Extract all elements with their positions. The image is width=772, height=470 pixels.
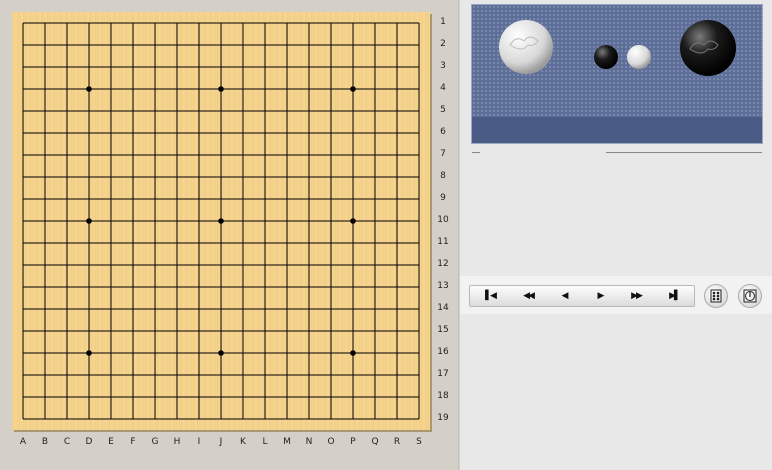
star-point [218,350,224,356]
row-label: 11 [437,237,449,247]
row-label: 10 [437,215,449,225]
first-move-button[interactable]: ▌◀ [476,288,504,304]
row-label: 2 [440,39,446,49]
row-label: 4 [440,83,446,93]
row-label: 1 [440,17,446,27]
star-point [350,86,356,92]
star-point [86,218,92,224]
fast-forward-button[interactable]: ▶▶ [622,288,650,304]
col-label: M [283,437,291,447]
clock-icon [743,289,757,303]
col-label: A [19,437,27,447]
col-label: S [416,437,422,447]
col-label: P [350,437,356,447]
white-stone-small-icon [627,45,651,69]
col-label: O [327,437,335,447]
col-label: G [151,437,159,447]
row-label: 18 [437,391,449,401]
board-panel: 1 2 3 4 5 6 7 8 9 10 11 12 13 14 15 16 17 18 19 A B C D E F G H I J K… [0,0,459,470]
row-label: 6 [440,127,446,137]
col-label: K [240,437,246,447]
clock-button[interactable] [738,284,762,308]
board-grid[interactable] [12,12,430,430]
col-label: F [130,437,136,447]
col-label: N [305,437,313,447]
row-label: 5 [440,105,446,115]
fast-forward-icon: ▶▶ [631,291,643,301]
forward-button[interactable]: ▶ [586,288,614,304]
last-move-button[interactable]: ▶▌ [660,288,688,304]
row-label: 8 [440,171,446,181]
black-stone-small-icon [594,45,618,69]
board-coordinates-icon [710,289,722,303]
banner-image [471,4,763,144]
star-point [350,218,356,224]
black-stone-large-icon [680,20,736,76]
row-label: 19 [437,413,449,423]
first-move-icon: ▌◀ [485,291,497,301]
white-stone-large-icon [499,20,553,74]
row-label: 17 [437,369,449,379]
star-point [86,86,92,92]
move-navigation-bar: ▌◀ ◀◀ ◀ ▶ ▶▶ ▶▌ [469,285,695,307]
divider-right [606,152,762,153]
col-label: J [219,437,223,447]
col-label: L [262,437,268,447]
col-label: I [197,437,201,447]
board-coordinates-button[interactable] [704,284,728,308]
go-board[interactable] [12,12,430,430]
info-panel: ▌◀ ◀◀ ◀ ▶ ▶▶ ▶▌ [460,0,772,470]
star-point [86,350,92,356]
row-label: 3 [440,61,446,71]
row-label: 9 [440,193,446,203]
row-label: 7 [440,149,446,159]
fast-back-icon: ◀◀ [523,291,535,301]
back-icon: ◀ [561,291,569,301]
row-label: 15 [437,325,449,335]
back-button[interactable]: ◀ [550,288,578,304]
row-label: 14 [437,303,449,313]
row-label: 16 [437,347,449,357]
star-point [218,218,224,224]
col-label: R [393,437,401,447]
col-label: B [41,437,49,447]
last-move-icon: ▶▌ [669,291,681,301]
col-label: D [85,437,93,447]
fast-back-button[interactable]: ◀◀ [514,288,542,304]
col-label: H [173,437,181,447]
col-label: E [108,437,114,447]
row-label: 13 [437,281,449,291]
col-label: Q [371,437,379,447]
star-point [350,350,356,356]
col-label: C [63,437,71,447]
star-point [218,86,224,92]
row-label: 12 [437,259,449,269]
forward-icon: ▶ [597,291,605,301]
divider-left [472,152,480,153]
